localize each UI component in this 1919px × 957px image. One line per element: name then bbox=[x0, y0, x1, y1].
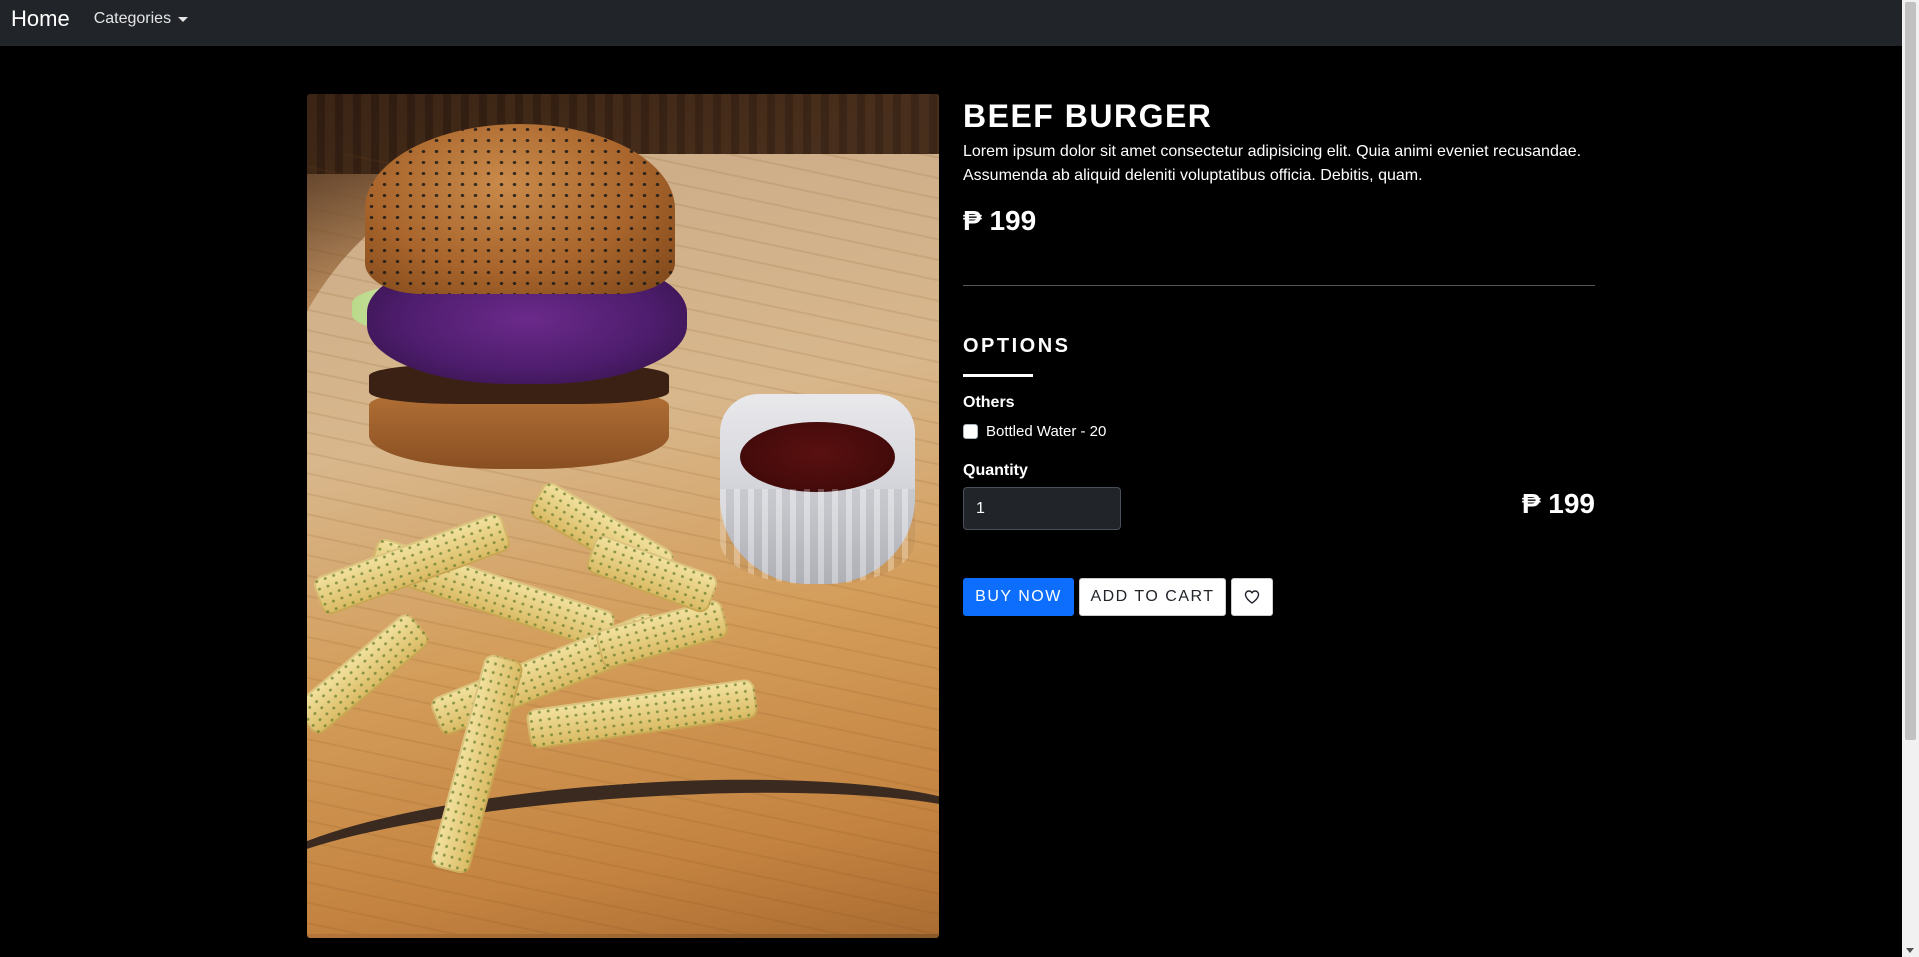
quantity-label: Quantity bbox=[963, 462, 1028, 479]
product-page: Home Categories BEEF BURGER Lorem ipsum … bbox=[0, 0, 1919, 957]
caret-down-icon bbox=[178, 16, 189, 22]
options-group-label: Others bbox=[963, 394, 1015, 411]
divider bbox=[963, 285, 1595, 286]
image-bun-bottom bbox=[369, 394, 669, 469]
action-buttons: BUY NOW ADD TO CART bbox=[963, 578, 1273, 616]
total-price: ₱ 199 bbox=[1521, 488, 1595, 519]
options-heading: OPTIONS bbox=[963, 335, 1071, 357]
buy-now-button[interactable]: BUY NOW bbox=[963, 578, 1074, 616]
product-description: Lorem ipsum dolor sit amet consectetur a… bbox=[963, 143, 1582, 184]
add-to-cart-button[interactable]: ADD TO CART bbox=[1079, 578, 1226, 616]
quantity-input[interactable] bbox=[963, 487, 1121, 530]
product-image bbox=[307, 94, 939, 938]
categories-label: Categories bbox=[93, 10, 172, 27]
bottled-water-checkbox[interactable] bbox=[963, 424, 978, 439]
image-sauce-ramekin bbox=[720, 394, 915, 584]
scroll-down-arrow-icon[interactable] bbox=[1906, 948, 1914, 953]
options-heading-underline bbox=[963, 374, 1033, 377]
heart-icon bbox=[1244, 590, 1260, 604]
wishlist-button[interactable] bbox=[1231, 578, 1273, 616]
bottled-water-label: Bottled Water - 20 bbox=[986, 423, 1107, 440]
scrollbar-thumb[interactable] bbox=[1905, 2, 1916, 740]
image-bun-top bbox=[365, 124, 675, 294]
page-scrollbar[interactable] bbox=[1902, 0, 1919, 957]
option-bottled-water[interactable]: Bottled Water - 20 bbox=[963, 423, 1106, 440]
product-price: ₱ 199 bbox=[963, 205, 1037, 236]
home-link[interactable]: Home bbox=[11, 6, 70, 32]
categories-dropdown[interactable]: Categories bbox=[93, 10, 189, 28]
product-title: BEEF BURGER bbox=[963, 98, 1213, 134]
top-navbar: Home Categories bbox=[0, 0, 1902, 46]
product-info: BEEF BURGER Lorem ipsum dolor sit amet c… bbox=[963, 94, 1595, 616]
